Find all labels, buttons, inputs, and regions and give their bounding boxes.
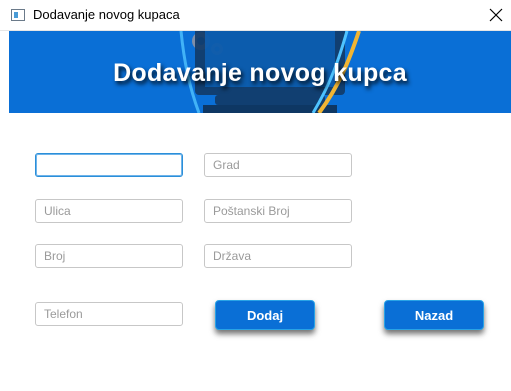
header-banner: Dodavanje novog kupca — [9, 31, 511, 113]
first-input[interactable] — [35, 153, 183, 177]
close-button[interactable] — [481, 0, 511, 30]
right-strip — [498, 113, 511, 391]
back-button[interactable]: Nazad — [384, 300, 484, 330]
page-title: Dodavanje novog kupca — [113, 59, 407, 87]
telefon-input[interactable] — [35, 302, 183, 326]
ulica-input[interactable] — [35, 199, 183, 223]
window-title: Dodavanje novog kupaca — [33, 7, 180, 22]
left-strip — [0, 31, 9, 391]
app-icon — [11, 9, 25, 21]
close-icon — [489, 8, 503, 22]
grad-input[interactable] — [204, 153, 352, 177]
add-button[interactable]: Dodaj — [215, 300, 315, 330]
broj-input[interactable] — [35, 244, 183, 268]
postanski-broj-input[interactable] — [204, 199, 352, 223]
title-bar: Dodavanje novog kupaca — [0, 0, 511, 31]
drzava-input[interactable] — [204, 244, 352, 268]
window: Dodavanje novog kupaca Dodavanje novog k… — [0, 0, 511, 391]
